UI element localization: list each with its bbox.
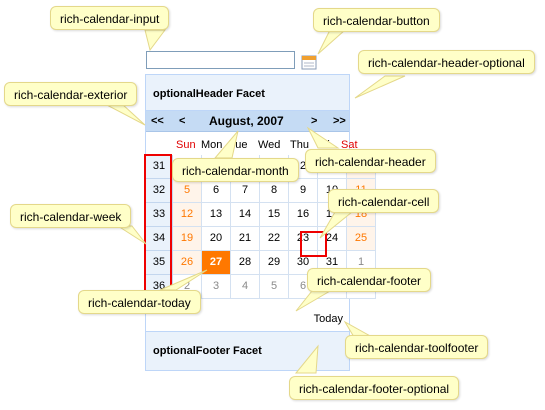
- callout-header: rich-calendar-header: [305, 149, 436, 173]
- pointer-today: [159, 269, 208, 291]
- callout-header-optional: rich-calendar-header-optional: [358, 50, 535, 74]
- callout-input: rich-calendar-input: [50, 6, 170, 30]
- pointer-header-optional: [354, 75, 406, 99]
- callout-toolfooter: rich-calendar-toolfooter: [345, 335, 489, 359]
- callout-exterior: rich-calendar-exterior: [4, 82, 138, 106]
- pointer-footer-optional: [294, 344, 319, 374]
- pointer-input: [144, 29, 166, 52]
- pointer-week: [116, 225, 147, 245]
- callout-footer-optional: rich-calendar-footer-optional: [289, 376, 460, 400]
- callout-footer: rich-calendar-footer: [307, 268, 432, 292]
- callout-cell: rich-calendar-cell: [328, 189, 440, 213]
- callout-month: rich-calendar-month: [172, 158, 299, 182]
- pointer-header: [306, 126, 340, 149]
- pointer-button: [317, 29, 347, 55]
- pointer-exterior: [104, 103, 146, 126]
- pointer-month: [213, 130, 239, 159]
- pointer-cell: [319, 211, 354, 239]
- callout-today: rich-calendar-today: [78, 290, 201, 314]
- pointer-footer: [295, 290, 332, 312]
- callout-week: rich-calendar-week: [10, 204, 132, 228]
- callout-button: rich-calendar-button: [313, 8, 440, 32]
